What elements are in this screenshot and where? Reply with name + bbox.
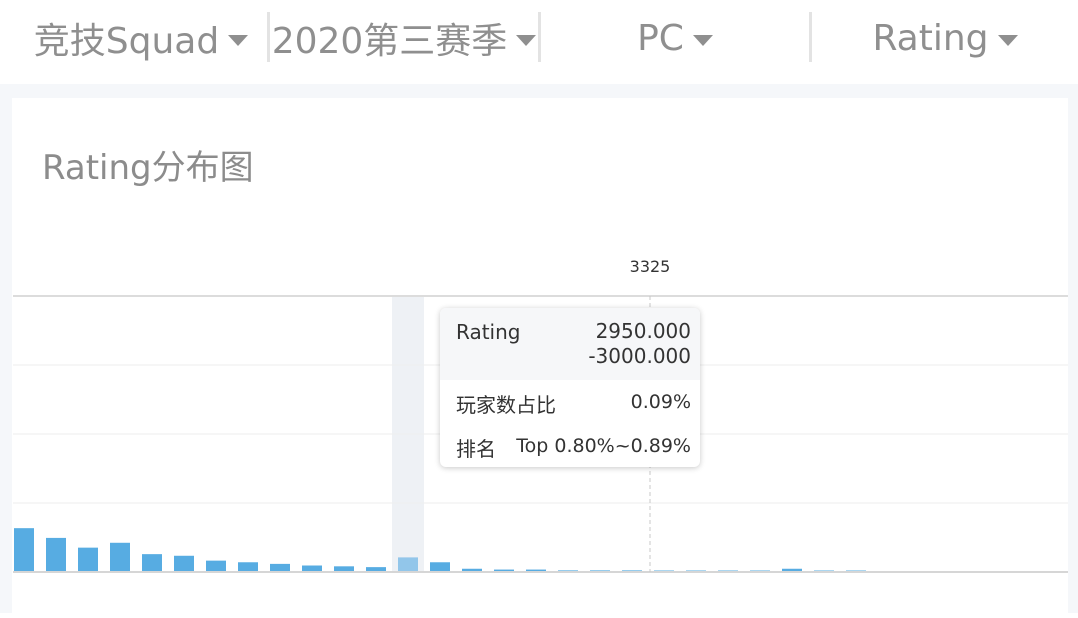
tooltip-share-value: 0.09%	[630, 391, 691, 413]
tooltip-header: Rating 2950.000 -3000.000	[440, 308, 700, 380]
bar[interactable]	[142, 554, 162, 572]
tooltip-row-share: 玩家数占比 0.09%	[440, 380, 700, 424]
marker-label: 3325	[630, 257, 671, 276]
rating-distribution-chart[interactable]: 3325	[0, 0, 1078, 613]
bar[interactable]	[78, 547, 98, 572]
bar[interactable]	[14, 528, 34, 572]
tooltip-row-rank: 排名 Top 0.80%~0.89%	[440, 424, 700, 467]
tooltip-rating-label: Rating	[456, 320, 521, 344]
tooltip-rating-value-line1: 2950.000	[595, 319, 691, 343]
tooltip-share-label: 玩家数占比	[456, 393, 556, 417]
tooltip-rank-label: 排名	[456, 437, 496, 461]
bar[interactable]	[238, 562, 258, 572]
tooltip-rank-value: Top 0.80%~0.89%	[516, 435, 691, 457]
bar[interactable]	[206, 560, 226, 572]
bar[interactable]	[430, 562, 450, 572]
bar[interactable]	[46, 537, 66, 572]
bar[interactable]	[270, 563, 290, 572]
bar[interactable]	[174, 555, 194, 572]
chart-tooltip: Rating 2950.000 -3000.000 玩家数占比 0.09% 排名…	[440, 308, 700, 467]
tooltip-rating-value-line2: -3000.000	[588, 344, 691, 368]
bar[interactable]	[110, 542, 130, 572]
tooltip-rating-value: 2950.000 -3000.000	[588, 319, 691, 369]
bar[interactable]	[398, 557, 418, 572]
